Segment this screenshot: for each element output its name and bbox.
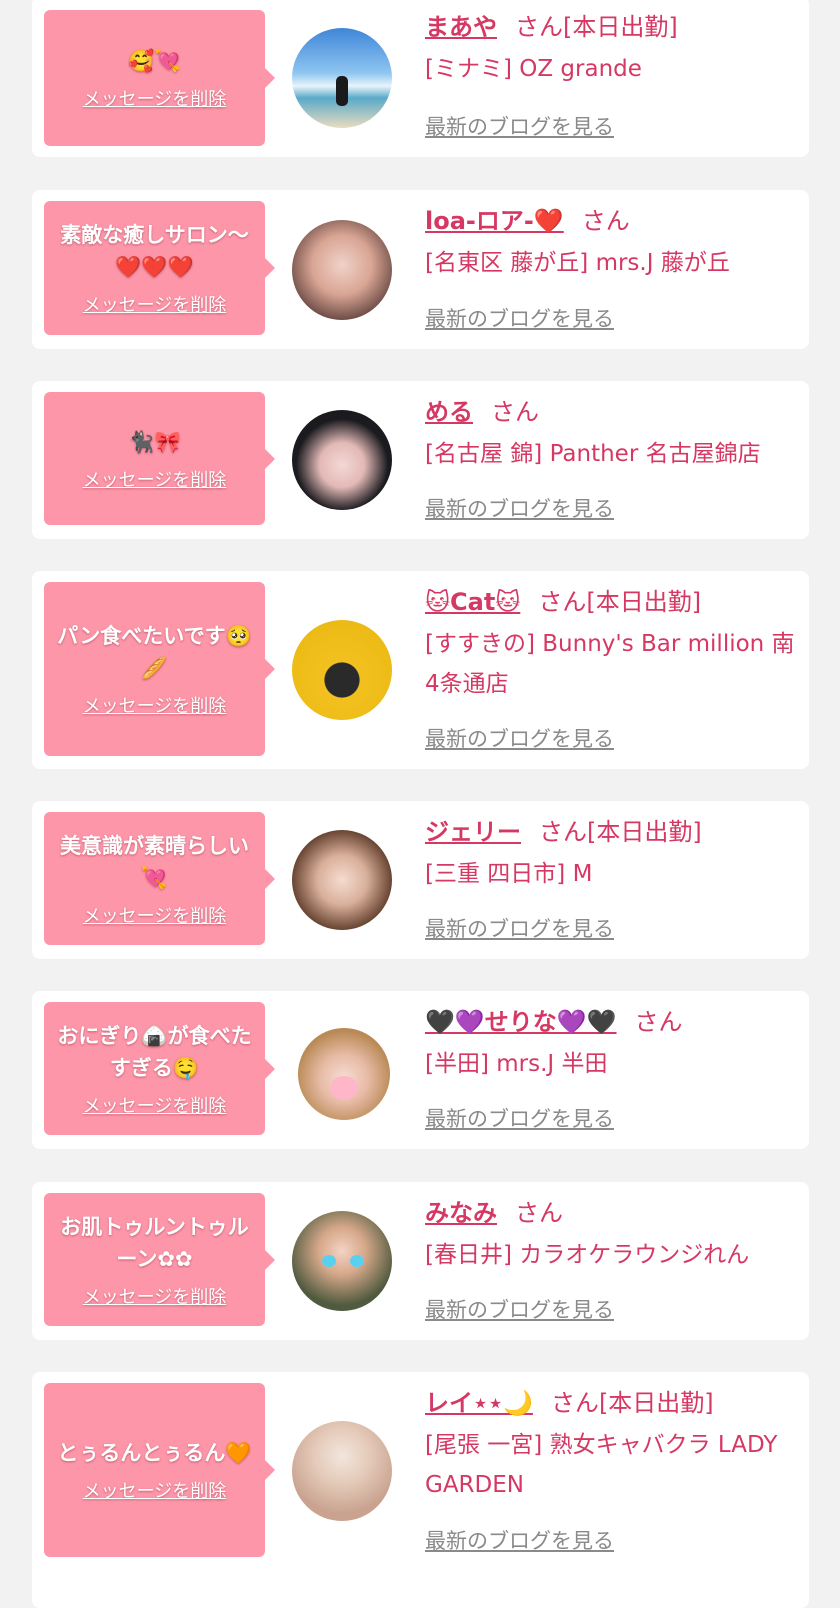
message-text: 素敵な癒しサロン〜❤️❤️❤️ xyxy=(60,223,249,279)
latest-blog-link[interactable]: 最新のブログを見る xyxy=(425,111,614,141)
status-badge: [本日出勤] xyxy=(587,818,702,846)
list-item: 🥰💘 メッセージを削除 まあや さん[本日出勤] [ミナミ] OZ grande … xyxy=(32,0,809,157)
shop-text: [すすきの] Bunny's Bar million 南4条通店 xyxy=(425,631,795,697)
list-item: お肌トゥルントゥルーン✿✿ メッセージを削除 みなみ さん [春日井] カラオケラ… xyxy=(32,1182,809,1340)
entry-info: レイ⋆⋆🌙 さん[本日出勤] [尾張 一宮] 熟女キャバクラ LADY GARDE… xyxy=(425,1385,799,1505)
shop-text: [三重 四日市] M xyxy=(425,861,593,887)
delete-message-link[interactable]: メッセージを削除 xyxy=(83,692,227,718)
honorific: さん xyxy=(634,1008,683,1036)
status-badge: [本日出勤] xyxy=(586,588,702,616)
honorific: さん xyxy=(581,207,630,235)
latest-blog-link[interactable]: 最新のブログを見る xyxy=(425,493,614,523)
entry-info: 🐱Cat🐱 さん[本日出勤] [すすきの] Bunny's Bar million… xyxy=(425,584,799,704)
delete-message-link[interactable]: メッセージを削除 xyxy=(83,1477,227,1503)
list-item: おにぎり🍙が食べたすぎる🤤 メッセージを削除 🖤💜せりな💜🖤 さん [半田] mr… xyxy=(32,991,809,1149)
girl-name-link[interactable]: める xyxy=(425,398,473,426)
shop-text: [名東区 藤が丘] mrs.J 藤が丘 xyxy=(425,250,730,276)
list-item: とぅるんとぅるん🧡 メッセージを削除 レイ⋆⋆🌙 さん[本日出勤] [尾張 一宮]… xyxy=(32,1372,809,1608)
girl-name-link[interactable]: loa-ロア-❤️ xyxy=(425,207,564,235)
entry-info: loa-ロア-❤️ さん [名東区 藤が丘] mrs.J 藤が丘 xyxy=(425,203,799,283)
delete-message-link[interactable]: メッセージを削除 xyxy=(83,85,227,111)
message-bubble: おにぎり🍙が食べたすぎる🤤 メッセージを削除 xyxy=(44,1002,275,1135)
message-bubble: パン食べたいです🥺🥖 メッセージを削除 xyxy=(44,582,275,756)
message-bubble: 美意識が素晴らしい💘 メッセージを削除 xyxy=(44,812,275,945)
message-text: 美意識が素晴らしい💘 xyxy=(60,833,249,890)
list-item: 素敵な癒しサロン〜❤️❤️❤️ メッセージを削除 loa-ロア-❤️ さん [名東… xyxy=(32,190,809,349)
list-item: パン食べたいです🥺🥖 メッセージを削除 🐱Cat🐱 さん[本日出勤] [すすきの]… xyxy=(32,571,809,769)
entry-info: 🖤💜せりな💜🖤 さん [半田] mrs.J 半田 xyxy=(425,1004,799,1084)
honorific: さん xyxy=(538,588,587,616)
delete-message-link[interactable]: メッセージを削除 xyxy=(83,1092,227,1118)
message-bubble: 素敵な癒しサロン〜❤️❤️❤️ メッセージを削除 xyxy=(44,201,275,335)
message-text: お肌トゥルントゥルーン✿✿ xyxy=(60,1214,249,1271)
avatar[interactable] xyxy=(292,220,392,320)
message-bubble: お肌トゥルントゥルーン✿✿ メッセージを削除 xyxy=(44,1193,275,1326)
message-text: 🐈‍⬛🎀 xyxy=(128,429,181,454)
shop-text: [ミナミ] OZ grande xyxy=(425,56,642,82)
message-bubble: 🥰💘 メッセージを削除 xyxy=(44,10,275,146)
latest-blog-link[interactable]: 最新のブログを見る xyxy=(425,303,614,333)
latest-blog-link[interactable]: 最新のブログを見る xyxy=(425,1103,614,1133)
message-text: パン食べたいです🥺🥖 xyxy=(57,624,252,680)
list-item: 🐈‍⬛🎀 メッセージを削除 める さん [名古屋 錦] Panther 名古屋錦店… xyxy=(32,381,809,539)
list-item: 美意識が素晴らしい💘 メッセージを削除 ジェリー さん[本日出勤] [三重 四日市… xyxy=(32,801,809,959)
entry-info: ジェリー さん[本日出勤] [三重 四日市] M xyxy=(425,814,799,894)
shop-text: [半田] mrs.J 半田 xyxy=(425,1051,608,1077)
status-badge: [本日出勤] xyxy=(598,1389,714,1417)
avatar[interactable] xyxy=(298,1028,390,1120)
entry-info: まあや さん[本日出勤] [ミナミ] OZ grande xyxy=(425,9,799,89)
message-bubble: とぅるんとぅるん🧡 メッセージを削除 xyxy=(44,1383,275,1557)
shop-text: [名古屋 錦] Panther 名古屋錦店 xyxy=(425,441,761,467)
message-text: おにぎり🍙が食べたすぎる🤤 xyxy=(57,1023,252,1080)
honorific: さん xyxy=(491,398,539,426)
girl-name-link[interactable]: まあや xyxy=(425,13,497,41)
avatar[interactable] xyxy=(292,410,392,510)
delete-message-link[interactable]: メッセージを削除 xyxy=(83,902,227,928)
avatar[interactable] xyxy=(292,28,392,128)
honorific: さん xyxy=(539,818,587,846)
message-bubble: 🐈‍⬛🎀 メッセージを削除 xyxy=(44,392,275,525)
latest-blog-link[interactable]: 最新のブログを見る xyxy=(425,1294,614,1324)
girl-name-link[interactable]: 🖤💜せりな💜🖤 xyxy=(425,1008,617,1036)
honorific: さん xyxy=(550,1389,599,1417)
girl-name-link[interactable]: ジェリー xyxy=(425,818,521,846)
avatar[interactable] xyxy=(292,1211,392,1311)
message-text: 🥰💘 xyxy=(128,49,181,73)
entry-info: みなみ さん [春日井] カラオケラウンジれん xyxy=(425,1195,799,1275)
avatar[interactable] xyxy=(292,1421,392,1521)
girl-name-link[interactable]: 🐱Cat🐱 xyxy=(425,588,520,616)
latest-blog-link[interactable]: 最新のブログを見る xyxy=(425,913,614,943)
delete-message-link[interactable]: メッセージを削除 xyxy=(83,291,227,317)
avatar[interactable] xyxy=(292,830,392,930)
shop-text: [春日井] カラオケラウンジれん xyxy=(425,1242,750,1268)
status-badge: [本日出勤] xyxy=(563,13,678,41)
shop-text: [尾張 一宮] 熟女キャバクラ LADY GARDEN xyxy=(425,1432,778,1498)
delete-message-link[interactable]: メッセージを削除 xyxy=(83,1283,227,1309)
favorite-list: 🥰💘 メッセージを削除 まあや さん[本日出勤] [ミナミ] OZ grande … xyxy=(0,0,840,1608)
latest-blog-link[interactable]: 最新のブログを見る xyxy=(425,723,614,753)
honorific: さん xyxy=(515,1199,563,1227)
latest-blog-link[interactable]: 最新のブログを見る xyxy=(425,1525,614,1555)
message-text: とぅるんとぅるん🧡 xyxy=(57,1441,252,1465)
girl-name-link[interactable]: レイ⋆⋆🌙 xyxy=(425,1389,533,1417)
honorific: さん xyxy=(515,13,563,41)
entry-info: める さん [名古屋 錦] Panther 名古屋錦店 xyxy=(425,394,799,474)
girl-name-link[interactable]: みなみ xyxy=(425,1199,497,1227)
avatar[interactable] xyxy=(292,620,392,720)
delete-message-link[interactable]: メッセージを削除 xyxy=(83,466,227,492)
